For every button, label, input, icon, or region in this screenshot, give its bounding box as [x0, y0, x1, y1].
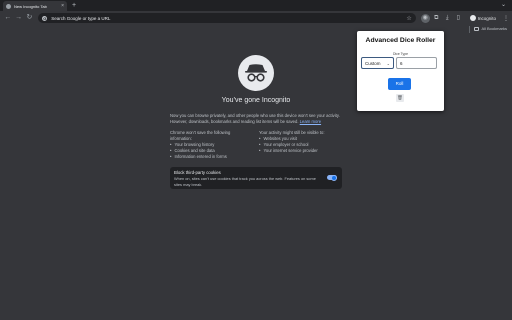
- forward-button[interactable]: →: [14, 13, 24, 23]
- tab-title: New Incognito Tab: [14, 3, 47, 9]
- reload-button[interactable]: ↻: [25, 13, 35, 23]
- new-tab-button[interactable]: +: [72, 1, 76, 10]
- incognito-chip-label: Incognito: [477, 15, 496, 21]
- omnibox[interactable]: G Search Google or type a URL ☆: [38, 13, 416, 23]
- dice-type-label: Dice Type: [392, 52, 408, 56]
- sidepanel-icon[interactable]: ▯: [454, 14, 463, 23]
- chevron-down-icon: ⌄: [386, 60, 390, 66]
- all-bookmarks-button[interactable]: All Bookmarks: [474, 26, 507, 31]
- popup-title: Advanced Dice Roller: [365, 37, 436, 44]
- dice-type-value: Custom: [365, 60, 381, 66]
- custom-sides-input[interactable]: 6: [396, 57, 437, 69]
- tab-close-icon[interactable]: ×: [61, 3, 64, 9]
- incognito-favicon-icon: [6, 3, 11, 9]
- dice-extension-icon[interactable]: ◉: [420, 13, 430, 23]
- bookmarks-divider: [469, 26, 470, 33]
- toolbar: ← → ↻ G Search Google or type a URL ☆ ◉ …: [0, 11, 512, 25]
- not-saved-column: Chrome won’t save the following informat…: [170, 130, 252, 160]
- tab-new-incognito[interactable]: New Incognito Tab ×: [3, 1, 67, 11]
- dice-type-select[interactable]: Custom ⌄: [361, 57, 394, 69]
- incognito-profile-chip[interactable]: Incognito: [467, 14, 499, 23]
- list-item: Your internet service provider: [259, 148, 341, 154]
- all-bookmarks-label: All Bookmarks: [481, 26, 507, 31]
- back-button[interactable]: ←: [3, 13, 13, 23]
- roll-button[interactable]: Roll: [388, 78, 411, 90]
- tab-search-icon[interactable]: ⌄: [501, 1, 506, 10]
- trash-icon[interactable]: 🗑: [396, 94, 404, 102]
- extension-icons: ◉ ⧉ ⤓ ▯: [420, 13, 464, 23]
- still-visible-column: Your activity might still be visible to:…: [259, 130, 341, 154]
- dice-roller-popup: Advanced Dice Roller Dice Type Custom ⌄ …: [357, 31, 444, 111]
- third-party-cookies-card: Block third-party cookies When on, sites…: [170, 167, 342, 189]
- omnibox-placeholder[interactable]: Search Google or type a URL: [51, 16, 406, 21]
- tab-strip: New Incognito Tab × + ⌄: [0, 0, 512, 11]
- list-item: Information entered in forms: [170, 154, 252, 160]
- block-cookies-toggle[interactable]: [327, 174, 337, 181]
- cookie-card-description: When on, sites can’t use cookies that tr…: [174, 176, 316, 187]
- toggle-knob: [331, 174, 337, 181]
- bookmark-star-icon[interactable]: ☆: [406, 15, 411, 22]
- incognito-icon: [469, 15, 476, 21]
- intro-paragraph: Now you can browse privately, and other …: [170, 113, 342, 125]
- not-saved-heading: Chrome won’t save the following informat…: [170, 130, 231, 141]
- menu-icon[interactable]: ⋮: [503, 15, 509, 22]
- puzzle-icon[interactable]: ⧉: [432, 14, 441, 23]
- incognito-logo-icon: [238, 55, 274, 91]
- page-title: You’ve gone Incognito: [221, 97, 291, 104]
- learn-more-link[interactable]: Learn more: [300, 119, 321, 124]
- folder-icon: [474, 26, 480, 31]
- google-icon: G: [42, 15, 48, 21]
- download-icon[interactable]: ⤓: [443, 14, 452, 23]
- cookie-card-title: Block third-party cookies: [174, 170, 221, 175]
